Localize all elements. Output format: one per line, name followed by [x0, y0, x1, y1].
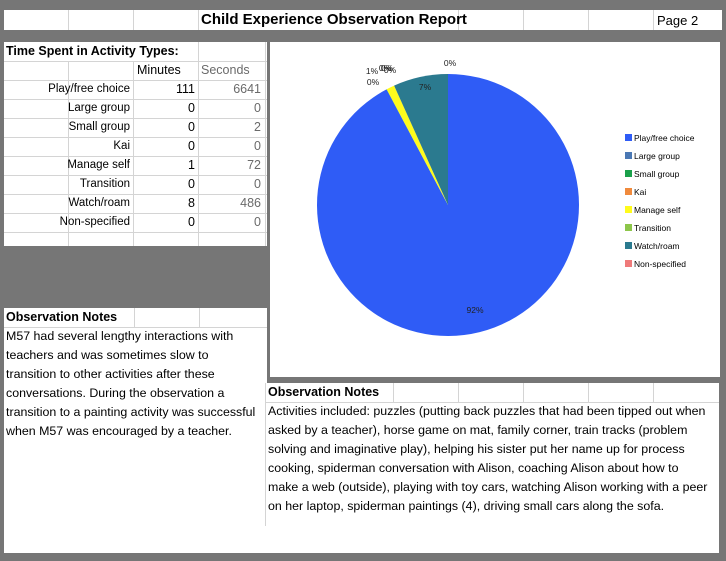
notes-line: Activities included: puzzles (putting ba… [268, 404, 706, 418]
column-header-seconds: Seconds [201, 63, 250, 77]
legend-label: Watch/roam [634, 241, 680, 251]
legend-label: Manage self [634, 205, 681, 215]
table-heading: Time Spent in Activity Types: [6, 44, 179, 58]
activity-seconds: 0 [254, 177, 261, 191]
activity-seconds: 2 [254, 120, 261, 134]
legend-label: Play/free choice [634, 133, 695, 143]
legend-item: Transition [625, 222, 671, 234]
notes-line: conversations. During the observation a [6, 386, 225, 400]
activity-minutes: 111 [175, 82, 195, 96]
report-header: Child Experience Observation Report Page… [4, 10, 722, 30]
pie-data-label: 92% [466, 305, 483, 315]
observation-notes-left: Observation Notes M57 had several length… [4, 308, 267, 526]
legend-item: Small group [625, 168, 679, 180]
page-number: Page 2 [657, 13, 699, 28]
report-title: Child Experience Observation Report [201, 11, 467, 28]
legend-label: Non-specified [634, 259, 686, 269]
pie-data-label: 0% [444, 58, 457, 68]
activity-minutes: 1 [188, 158, 195, 172]
notes-line: cooking, spiderman conversation with Ali… [268, 461, 679, 475]
legend-swatch [625, 152, 632, 160]
activity-seconds: 0 [254, 139, 261, 153]
activity-label: Manage self [67, 159, 130, 171]
notes-line: transition to a painting activity was su… [6, 405, 256, 419]
activity-label: Small group [68, 121, 130, 133]
legend-swatch [625, 170, 632, 178]
activity-seconds: 0 [254, 101, 261, 115]
chart-legend: Play/free choice Large group Small group Ka… [625, 132, 720, 272]
notes-right-heading: Observation Notes [268, 385, 380, 399]
activity-minutes: 0 [188, 215, 195, 229]
notes-left-body: M57 had several lengthy interactions wit… [6, 327, 255, 441]
legend-swatch [625, 224, 632, 232]
legend-label: Large group [634, 151, 680, 161]
activity-minutes: 0 [188, 139, 195, 153]
notes-line: make a web (outside), playing with toy c… [268, 480, 708, 494]
notes-line: teachers and was sometimes slow to [6, 348, 209, 362]
notes-line: asked by a teacher), horse game on mat, … [268, 423, 688, 437]
notes-left-heading: Observation Notes [6, 310, 118, 324]
pie-data-label: 0% [367, 77, 380, 87]
legend-label: Small group [634, 169, 680, 179]
activity-seconds: 486 [240, 196, 261, 210]
activity-label: Kai [113, 140, 130, 152]
legend-item: Manage self [625, 204, 680, 216]
pie-data-label: 7% [419, 82, 432, 92]
legend-swatch [625, 260, 632, 268]
observation-notes-right: Observation Notes Activities included: p… [265, 383, 719, 553]
activity-table: Time Spent in Activity Types: Minutes Se… [4, 42, 267, 246]
activity-minutes: 8 [188, 196, 195, 210]
activity-minutes: 0 [188, 120, 195, 134]
notes-right-body: Activities included: puzzles (putting ba… [268, 402, 707, 516]
activity-seconds: 6641 [233, 82, 261, 96]
legend-swatch [625, 188, 632, 196]
activity-label: Large group [67, 102, 130, 114]
activity-minutes: 0 [188, 177, 195, 191]
legend-item: Non-specified [625, 258, 686, 270]
legend-item: Watch/roam [625, 240, 680, 252]
legend-label: Transition [634, 223, 672, 233]
pie-data-label: 0% [384, 65, 397, 75]
pie-chart: 92% 0% 0% 0% 1% 0% 7% 0% Play/free choice Large … [270, 42, 720, 377]
legend-swatch [625, 134, 632, 142]
notes-line: when M57 was encouraged by a teacher. [6, 424, 232, 438]
activity-label: Transition [79, 178, 130, 190]
notes-left-bottom [4, 526, 267, 553]
notes-line: transition to other activities after the… [6, 367, 215, 381]
pie-data-label: 1% [366, 66, 379, 76]
activity-minutes: 0 [188, 101, 195, 115]
activity-seconds: 0 [254, 215, 261, 229]
activity-label: Non-specified [59, 216, 130, 228]
notes-line: M57 had several lengthy interactions wit… [6, 329, 234, 343]
notes-line: solving and imaginative play), helping h… [268, 442, 685, 456]
activity-label: Play/free choice [48, 83, 130, 95]
legend-item: Large group [625, 150, 680, 162]
notes-line: on her laptop, spiderman paintings (4), … [268, 499, 665, 513]
column-header-minutes: Minutes [137, 63, 181, 77]
legend-item: Kai [625, 186, 646, 198]
legend-swatch [625, 206, 632, 214]
legend-label: Kai [634, 187, 647, 197]
activity-seconds: 72 [247, 158, 261, 172]
legend-swatch [625, 242, 632, 250]
activity-label: Watch/roam [68, 197, 130, 209]
pie-chart-svg: 92%0%0%0%1% 0%7%0% [317, 58, 579, 337]
legend-item: Play/free choice [625, 132, 694, 144]
